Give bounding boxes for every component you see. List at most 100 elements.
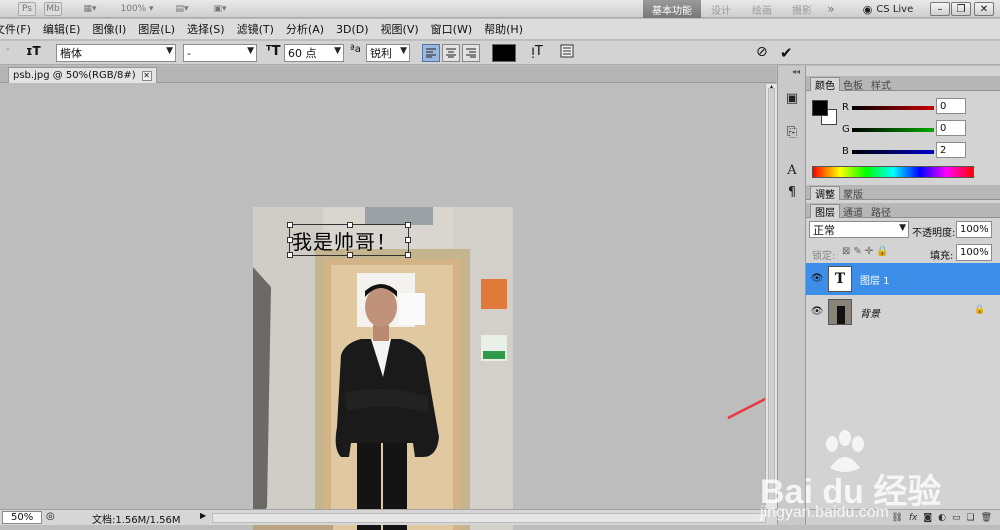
- right-panels: 颜色 色板 样式 R 0 G 0 B 2 调整 蒙版 图层 通道 路径 正常 ▼ …: [806, 66, 1000, 525]
- b-value-field[interactable]: 2: [936, 142, 966, 158]
- blend-mode-dropdown[interactable]: 正常 ▼: [809, 221, 909, 238]
- menu-layer[interactable]: 图层(L): [132, 21, 181, 37]
- g-value-field[interactable]: 0: [936, 120, 966, 136]
- g-slider[interactable]: [852, 128, 934, 132]
- lock-icons[interactable]: ⊠✎✛🔒: [842, 246, 892, 257]
- transform-handle[interactable]: [405, 252, 411, 258]
- document-tab[interactable]: psb.jpg @ 50%(RGB/8#) ✕: [8, 67, 157, 83]
- minibridge-button[interactable]: Mb: [44, 2, 62, 16]
- zoom-level-dropdown[interactable]: 100% ▾: [116, 2, 158, 16]
- menu-view[interactable]: 视图(V): [375, 21, 425, 37]
- workspace-photography[interactable]: 摄影: [784, 0, 820, 18]
- canvas-area[interactable]: 我是帅哥！: [0, 84, 824, 530]
- tab-layers[interactable]: 图层: [810, 204, 840, 219]
- opacity-field[interactable]: 100%: [956, 221, 992, 238]
- eye-icon[interactable]: 👁: [810, 305, 824, 317]
- align-right-button[interactable]: [462, 44, 480, 62]
- menu-3d[interactable]: 3D(D): [330, 23, 375, 36]
- adjustment-icon[interactable]: ◐: [938, 513, 946, 523]
- opacity-label: 不透明度:: [912, 228, 956, 239]
- workspace-design[interactable]: 设计: [703, 0, 739, 18]
- transform-handle[interactable]: [405, 222, 411, 228]
- cancel-edits-icon[interactable]: ⊘: [756, 44, 772, 62]
- align-center-icon: [446, 48, 456, 58]
- arrange-documents-icon[interactable]: ▤▾: [168, 2, 196, 16]
- zoom-field[interactable]: 50%: [2, 511, 42, 524]
- r-slider[interactable]: [852, 106, 934, 110]
- anti-alias-dropdown[interactable]: 锐利 ▼: [366, 44, 410, 62]
- tool-preset-arrow-icon[interactable]: -: [6, 44, 16, 62]
- align-center-button[interactable]: [442, 44, 460, 62]
- document-photo[interactable]: 我是帅哥！: [253, 207, 513, 530]
- view-extras-icon[interactable]: ▦▾: [76, 2, 104, 16]
- menu-filter[interactable]: 滤镜(T): [231, 21, 280, 37]
- character-panel-button[interactable]: [560, 44, 576, 62]
- tab-styles[interactable]: 样式: [866, 77, 896, 92]
- ps-logo-button[interactable]: Ps: [18, 2, 36, 16]
- mask-icon[interactable]: ◙: [923, 513, 932, 523]
- text-layer-content[interactable]: 我是帅哥！: [292, 226, 397, 255]
- more-workspaces-button[interactable]: »: [820, 0, 842, 18]
- b-slider[interactable]: [852, 150, 934, 154]
- menu-image[interactable]: 图像(I): [86, 21, 132, 37]
- text-color-swatch[interactable]: [492, 44, 516, 62]
- warp-text-icon[interactable]: ᴉT: [528, 44, 546, 62]
- navigator-icon[interactable]: ▣: [783, 90, 801, 106]
- tab-adjustments[interactable]: 调整: [810, 186, 840, 201]
- r-value-field[interactable]: 0: [936, 98, 966, 114]
- status-menu-arrow-icon[interactable]: ▶: [200, 511, 210, 524]
- anti-alias-icon: ªa: [350, 44, 361, 55]
- text-transform-box[interactable]: 我是帅哥！: [287, 222, 411, 258]
- new-layer-icon[interactable]: ❏: [966, 513, 974, 523]
- menu-help[interactable]: 帮助(H): [478, 21, 529, 37]
- layer-name[interactable]: 背景: [860, 305, 880, 320]
- options-bar: - ɪT 楷体 ▼ - ▼ ᵀT 60 点 ▼ ªa 锐利 ▼ ᴉT ⊘ ✔: [0, 41, 1000, 65]
- workspace-painting[interactable]: 绘画: [744, 0, 780, 18]
- link-icon[interactable]: ⛓: [891, 513, 902, 523]
- transform-handle[interactable]: [405, 237, 411, 243]
- workspace-essentials[interactable]: 基本功能: [643, 0, 701, 18]
- foreground-color-swatch[interactable]: [812, 100, 828, 116]
- color-spectrum-bar[interactable]: [812, 166, 974, 178]
- text-orientation-icon[interactable]: ɪT: [26, 44, 44, 62]
- fill-field[interactable]: 100%: [956, 244, 992, 261]
- minimize-button[interactable]: –: [930, 2, 950, 16]
- history-icon[interactable]: ⎘: [783, 124, 801, 140]
- menu-select[interactable]: 选择(S): [181, 21, 231, 37]
- layer-row-text[interactable]: 👁 T 图层 1: [806, 263, 1000, 295]
- status-options-icon[interactable]: ◎: [46, 511, 58, 524]
- screen-mode-icon[interactable]: ▣▾: [206, 2, 234, 16]
- restore-button[interactable]: ❐: [951, 2, 971, 16]
- tab-masks[interactable]: 蒙版: [838, 186, 868, 201]
- paragraph-icon[interactable]: ¶: [783, 184, 801, 200]
- menu-analysis[interactable]: 分析(A): [280, 21, 330, 37]
- b-label: B: [842, 146, 849, 157]
- font-family-dropdown[interactable]: 楷体 ▼: [56, 44, 176, 62]
- tab-color[interactable]: 颜色: [810, 77, 840, 92]
- text-thumb-glyph: T: [834, 271, 846, 287]
- horizontal-scrollbar[interactable]: [212, 513, 766, 523]
- font-style-dropdown[interactable]: - ▼: [183, 44, 257, 62]
- tab-swatches[interactable]: 色板: [838, 77, 868, 92]
- close-button[interactable]: ✕: [974, 2, 994, 16]
- close-tab-icon[interactable]: ✕: [141, 70, 152, 81]
- fx-icon[interactable]: fx: [909, 513, 918, 523]
- trash-icon[interactable]: 🗑: [981, 513, 992, 523]
- expand-panels-icon[interactable]: ◂◂: [792, 67, 800, 76]
- font-size-dropdown[interactable]: 60 点 ▼: [284, 44, 344, 62]
- layer-row-background[interactable]: 👁 背景 🔒: [806, 296, 1000, 328]
- tab-channels[interactable]: 通道: [838, 204, 868, 219]
- cs-live-button[interactable]: ◉ CS Live: [858, 0, 918, 18]
- tab-paths[interactable]: 路径: [866, 204, 896, 219]
- scrollbar-thumb[interactable]: [768, 88, 775, 500]
- eye-icon[interactable]: 👁: [810, 272, 824, 284]
- commit-edits-icon[interactable]: ✔: [780, 44, 796, 62]
- layer-name[interactable]: 图层 1: [860, 272, 890, 287]
- vertical-scrollbar[interactable]: ▲: [765, 84, 777, 509]
- align-left-button[interactable]: [422, 44, 440, 62]
- menu-edit[interactable]: 编辑(E): [37, 21, 87, 37]
- character-icon[interactable]: A: [783, 162, 801, 178]
- menu-file[interactable]: 文件(F): [0, 21, 37, 37]
- folder-icon[interactable]: ▭: [952, 513, 961, 523]
- menu-window[interactable]: 窗口(W): [425, 21, 478, 37]
